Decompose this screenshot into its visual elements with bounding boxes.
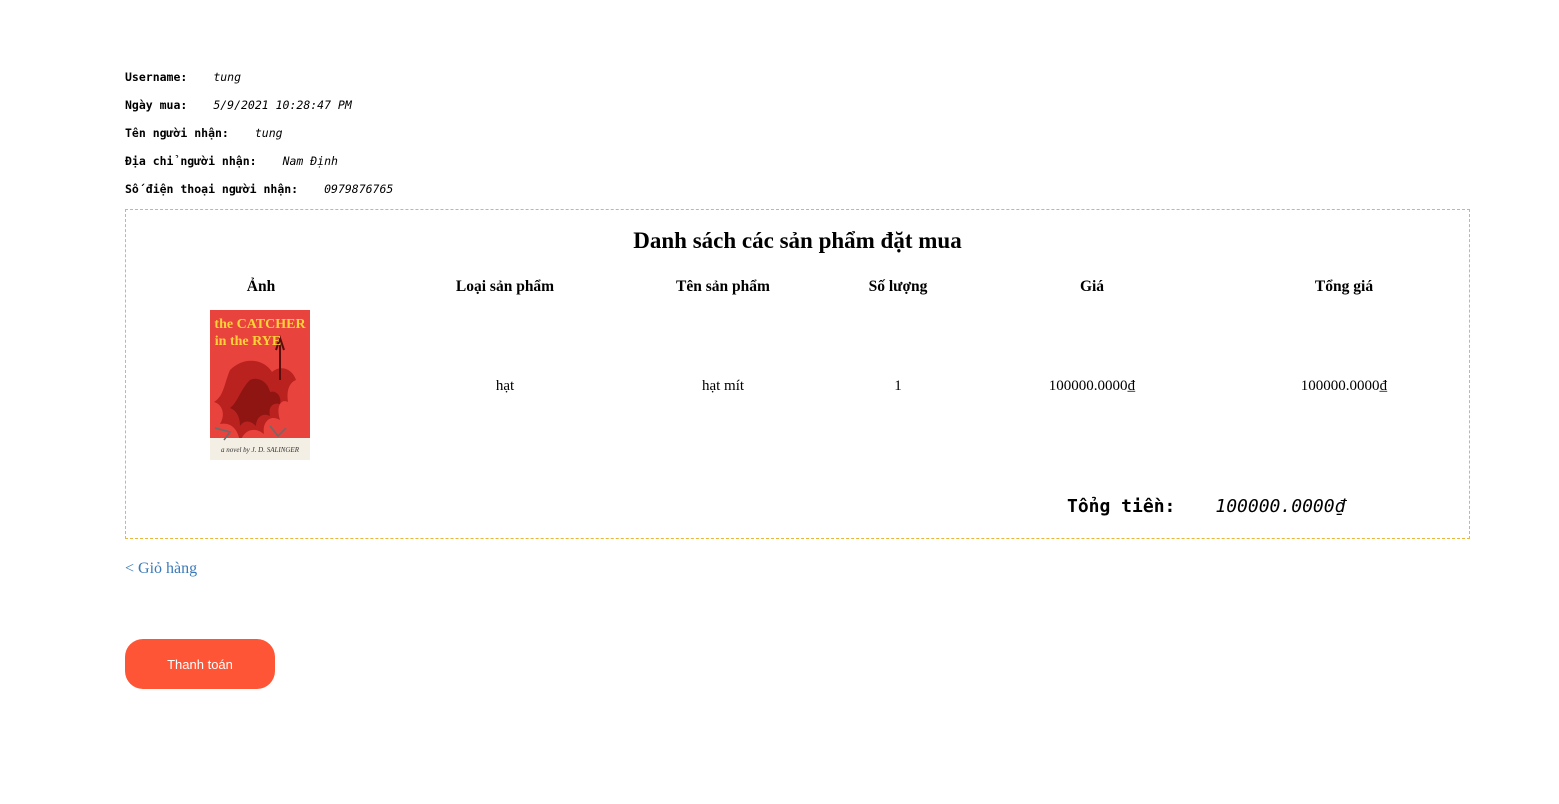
phone-value: 0979876765 <box>324 182 394 196</box>
checkout-button[interactable]: Thanh toán <box>125 639 275 689</box>
cover-byline: a novel by J. D. SALINGER <box>221 446 300 454</box>
back-to-cart-link[interactable]: < Giỏ hàng <box>125 560 197 578</box>
column-header-category: Loại sản phẩm <box>455 278 555 295</box>
column-header-quantity: Số lượng <box>868 278 928 295</box>
phone-label: Số điện thoại người nhận: <box>125 182 299 196</box>
purchase-date-label: Ngày mua: <box>125 98 188 112</box>
cell-subtotal: 100000.0000₫ <box>1300 378 1388 394</box>
order-info: Username: tung Ngày mua: 5/9/2021 10:28:47… <box>125 66 393 206</box>
total-label: Tổng tiền: <box>1067 496 1176 517</box>
order-list-box: Danh sách các sản phẩm đặt mua Ảnh Loại … <box>125 209 1470 539</box>
cover-title-line-2: in the RYE <box>215 334 281 349</box>
column-header-price: Giá <box>1079 278 1105 295</box>
purchase-date-row: Ngày mua: 5/9/2021 10:28:47 PM <box>125 94 393 122</box>
total-value: 100000.0000₫ <box>1215 496 1346 517</box>
book-cover-image: the CATCHER in the RYE a novel by J. D. … <box>210 310 310 460</box>
username-label: Username: <box>125 70 188 84</box>
address-row: Địa chỉ người nhận: Nam Định <box>125 150 393 178</box>
cell-price: 100000.0000₫ <box>1048 378 1136 394</box>
order-total: Tổng tiền: 100000.0000₫ <box>1067 496 1345 517</box>
cell-product-name: hạt mít <box>701 378 745 394</box>
recipient-row: Tên người nhận: tung <box>125 122 393 150</box>
cell-quantity: 1 <box>894 378 902 394</box>
recipient-label: Tên người nhận: <box>125 126 229 140</box>
order-list-title: Danh sách các sản phẩm đặt mua <box>633 228 962 253</box>
phone-row: Số điện thoại người nhận: 0979876765 <box>125 178 393 206</box>
cell-category: hạt <box>495 378 515 394</box>
column-header-subtotal: Tổng giá <box>1314 278 1374 295</box>
address-value: Nam Định <box>282 154 338 168</box>
column-header-product-name: Tên sản phẩm <box>676 278 770 295</box>
address-label: Địa chỉ người nhận: <box>125 154 257 168</box>
purchase-date-value: 5/9/2021 10:28:47 PM <box>213 98 352 112</box>
column-header-image: Ảnh <box>246 278 276 295</box>
username-value: tung <box>213 70 242 84</box>
cover-title-line-1: the CATCHER <box>214 317 306 332</box>
recipient-value: tung <box>254 126 283 140</box>
username-row: Username: tung <box>125 66 393 94</box>
